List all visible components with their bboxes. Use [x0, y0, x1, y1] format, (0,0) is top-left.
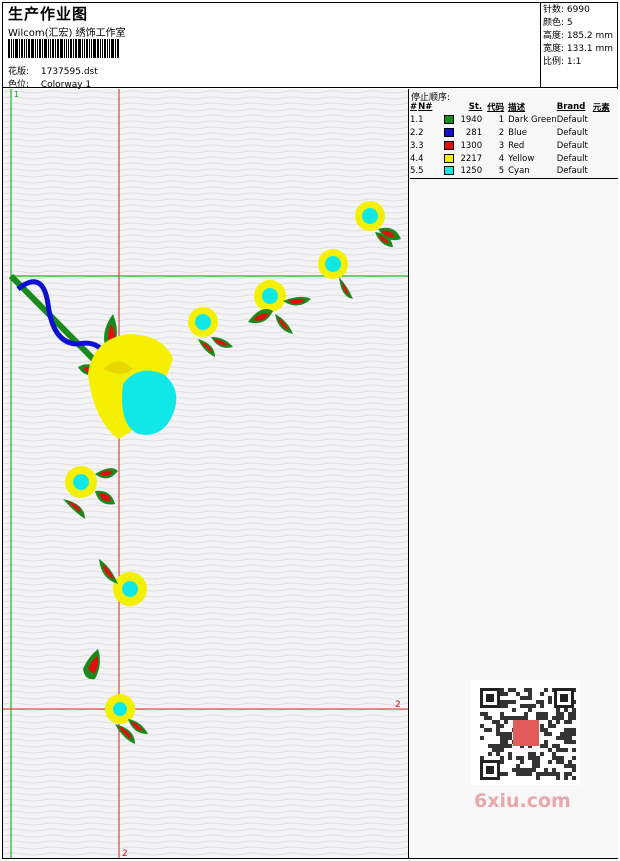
design-width: 宽度: 133.1 mm [543, 44, 614, 54]
row-brand: Default [556, 127, 588, 138]
col-brand: Brand [556, 102, 586, 112]
row-stitches: 1940 [460, 114, 483, 125]
color-swatch [444, 127, 455, 137]
row-brand: Default [556, 153, 588, 164]
col-stitches: St. [468, 102, 483, 112]
color-swatch [444, 140, 455, 150]
embroidery-preview: 1 2 2 [3, 89, 408, 858]
row-stitches: 281 [465, 127, 483, 138]
row-stitches: 2217 [460, 153, 483, 164]
barcode [8, 39, 144, 58]
row-n: 3 [418, 140, 424, 151]
col-desc: 描述 [508, 103, 526, 113]
row-desc: Yellow [508, 153, 535, 164]
right-marker: 2 [395, 700, 401, 710]
col-code: 代码 [487, 103, 505, 113]
row-n: 2 [418, 127, 424, 138]
qr-code [470, 680, 580, 785]
row-desc: Red [508, 140, 525, 151]
stitch-count: 针数: 6990 [543, 5, 590, 15]
color-swatch [444, 166, 455, 176]
design-scale: 比例: 1:1 [543, 57, 582, 67]
header: 生产作业图 Wilcom(汇宏) 绣饰工作室 花版: 1737595.dst 色… [2, 2, 541, 90]
color-swatch [444, 114, 455, 124]
col-num: # [410, 102, 418, 112]
color-table: # N# St. 代码 描述 Brand 元素 1. 1 1940 1 Dark Gre… [410, 101, 618, 179]
row-brand: Default [556, 166, 588, 177]
bottom-marker: 2 [122, 849, 128, 858]
color-row[interactable]: 1. 1 1940 1 Dark Green Default [410, 113, 618, 126]
design-height: 高度: 185.2 mm [543, 31, 614, 41]
row-code: 1 [498, 114, 505, 125]
row-num: 5. [410, 166, 419, 177]
row-n: 1 [418, 114, 424, 125]
design-canvas[interactable]: 1 2 2 [3, 89, 409, 858]
row-code: 4 [498, 153, 505, 164]
row-num: 2. [410, 127, 419, 138]
color-swatch [444, 153, 455, 163]
row-num: 1. [410, 114, 419, 125]
row-brand: Default [556, 114, 588, 125]
col-n: N# [418, 102, 433, 112]
watermark: 6xiu.com [474, 790, 571, 812]
stats-panel: 针数: 6990 颜色: 5 高度: 185.2 mm 宽度: 133.1 mm… [541, 2, 618, 88]
design-value: 1737595.dst [40, 67, 98, 77]
row-n: 5 [418, 166, 424, 177]
row-code: 2 [498, 127, 505, 138]
color-count: 颜色: 5 [543, 18, 573, 28]
color-row[interactable]: 3. 3 1300 3 Red Default [410, 139, 618, 152]
row-stitches: 1250 [460, 166, 483, 177]
color-row[interactable]: 2. 2 281 2 Blue Default [410, 126, 618, 139]
color-row[interactable]: 4. 4 2217 4 Yellow Default [410, 152, 618, 165]
design-label: 花版: [8, 67, 30, 77]
company-name: Wilcom(汇宏) 绣饰工作室 [8, 28, 126, 39]
color-row[interactable]: 5. 5 1250 5 Cyan Default [410, 165, 618, 178]
row-desc: Dark Green [508, 114, 557, 125]
row-code: 5 [498, 166, 505, 177]
row-brand: Default [556, 140, 588, 151]
row-desc: Blue [508, 127, 527, 138]
row-num: 3. [410, 140, 419, 151]
color-table-header: # N# St. 代码 描述 Brand 元素 [410, 101, 618, 113]
page-title: 生产作业图 [8, 5, 89, 23]
row-n: 4 [418, 153, 424, 164]
col-element: 元素 [592, 103, 610, 113]
row-stitches: 1300 [460, 140, 483, 151]
top-marker: 1 [14, 90, 19, 99]
design-row: 花版: 1737595.dst [8, 64, 98, 77]
row-desc: Cyan [508, 166, 530, 177]
row-num: 4. [410, 153, 419, 164]
row-code: 3 [498, 140, 505, 151]
